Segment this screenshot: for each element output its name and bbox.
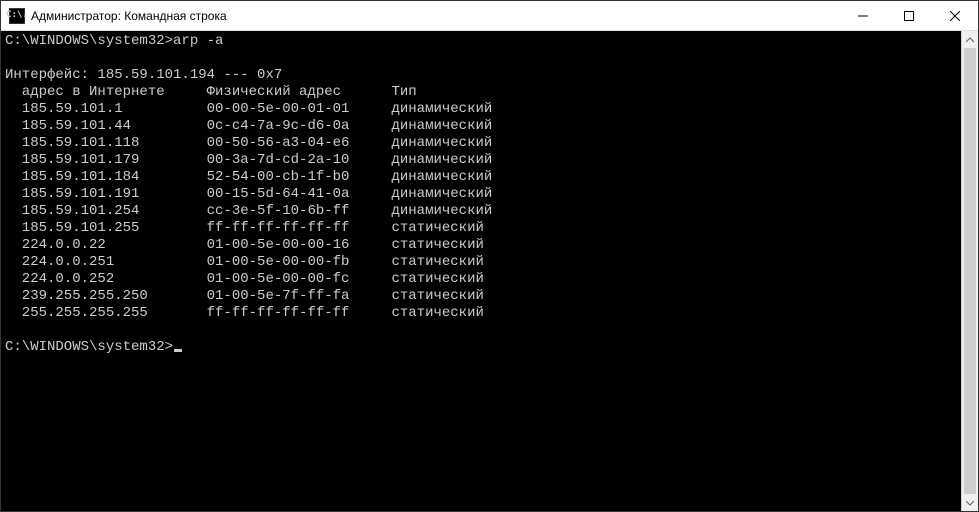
terminal-line: 185.59.101.254 cc-3e-5f-10-6b-ff динамич…	[5, 203, 492, 219]
app-icon: C:\.	[9, 8, 25, 24]
terminal-area: C:\WINDOWS\system32>arp -a Интерфейс: 18…	[1, 31, 978, 511]
scrollbar-track[interactable]	[962, 48, 978, 494]
prompt-line: C:\WINDOWS\system32>	[5, 339, 173, 355]
terminal-line: Интерфейс: 185.59.101.194 --- 0x7	[5, 67, 282, 83]
terminal-output[interactable]: C:\WINDOWS\system32>arp -a Интерфейс: 18…	[1, 31, 961, 511]
scrollbar-thumb[interactable]	[964, 48, 976, 494]
terminal-line: C:\WINDOWS\system32>arp -a	[5, 33, 223, 49]
minimize-icon	[858, 11, 868, 21]
chevron-up-icon	[966, 36, 974, 44]
terminal-line: 185.59.101.255 ff-ff-ff-ff-ff-ff статиче…	[5, 220, 484, 236]
terminal-line: 185.59.101.1 00-00-5e-00-01-01 динамичес…	[5, 101, 492, 117]
terminal-line: 239.255.255.250 01-00-5e-7f-ff-fa статич…	[5, 288, 484, 304]
maximize-button[interactable]	[886, 1, 932, 31]
terminal-line: адрес в Интернете Физический адрес Тип	[5, 84, 417, 100]
terminal-line: 224.0.0.22 01-00-5e-00-00-16 статический	[5, 237, 484, 253]
close-icon	[950, 11, 960, 21]
chevron-down-icon	[966, 499, 974, 507]
terminal-line: 185.59.101.44 0c-c4-7a-9c-d6-0a динамиче…	[5, 118, 492, 134]
terminal-line: 185.59.101.179 00-3a-7d-cd-2a-10 динамич…	[5, 152, 492, 168]
terminal-line: 224.0.0.252 01-00-5e-00-00-fc статически…	[5, 271, 484, 287]
terminal-line: 185.59.101.191 00-15-5d-64-41-0a динамич…	[5, 186, 492, 202]
close-button[interactable]	[932, 1, 978, 31]
minimize-button[interactable]	[840, 1, 886, 31]
scroll-down-button[interactable]	[962, 494, 978, 511]
terminal-line: 185.59.101.118 00-50-56-a3-04-e6 динамич…	[5, 135, 492, 151]
terminal-line: 185.59.101.184 52-54-00-cb-1f-b0 динамич…	[5, 169, 492, 185]
maximize-icon	[904, 11, 914, 21]
terminal-line: 255.255.255.255 ff-ff-ff-ff-ff-ff статич…	[5, 305, 484, 321]
titlebar[interactable]: C:\. Администратор: Командная строка	[1, 1, 978, 31]
vertical-scrollbar[interactable]	[961, 31, 978, 511]
terminal-line: 224.0.0.251 01-00-5e-00-00-fb статически…	[5, 254, 484, 270]
cursor	[174, 349, 182, 352]
command-prompt-window: C:\. Администратор: Командная строка C:\…	[0, 0, 979, 512]
scroll-up-button[interactable]	[962, 31, 978, 48]
window-title: Администратор: Командная строка	[31, 9, 840, 23]
